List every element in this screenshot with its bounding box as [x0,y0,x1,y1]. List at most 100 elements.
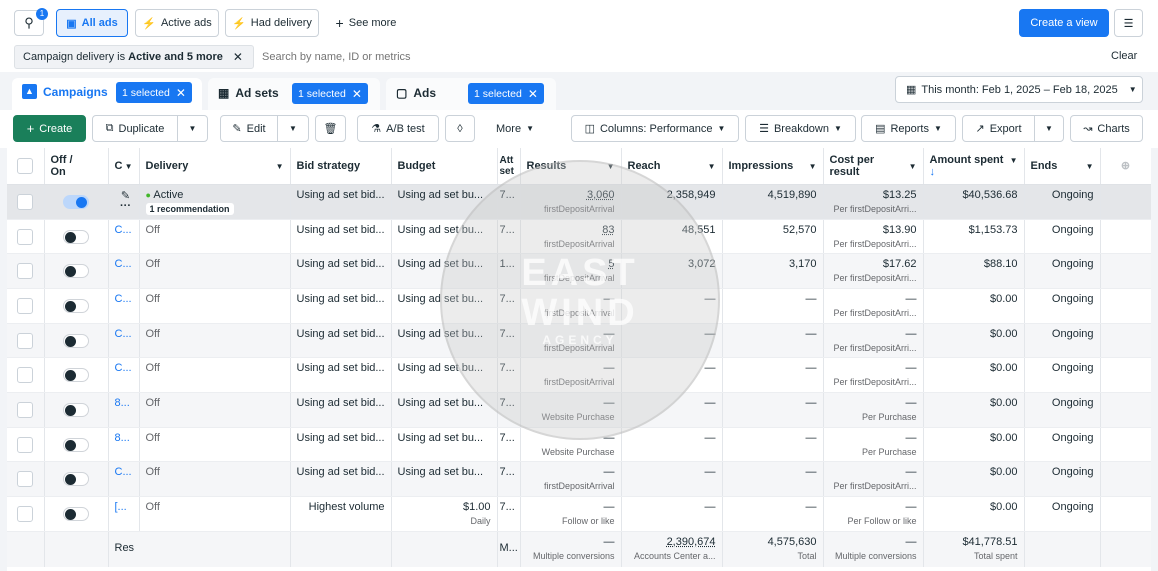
delivery-toggle[interactable] [63,402,89,417]
add-column-icon[interactable]: ⊕ [1121,160,1130,172]
delivery-toggle[interactable] [63,368,89,383]
campaign-name-link[interactable]: C... [115,328,132,340]
row-toggle-cell[interactable] [44,253,109,289]
create-view-button[interactable]: Create a view [1019,9,1109,37]
close-icon[interactable]: ✕ [528,87,538,101]
more-options-icon[interactable]: ··· [115,200,137,212]
col-attribution[interactable]: Att set [497,148,521,185]
recommendation-badge[interactable]: 1 recommendation [145,202,234,215]
row-checkbox[interactable] [17,193,34,210]
see-more-button[interactable]: + See more [326,9,406,37]
campaign-name-link[interactable]: 8... [115,432,130,444]
all-ads-button[interactable]: ▣ All ads [56,9,128,37]
delivery-toggle[interactable] [63,507,89,521]
columns-button[interactable]: ◫ Columns: Performance ▼ [571,115,739,142]
table-row[interactable]: C... Off Using ad set bid... Using ad set b… [7,219,1151,255]
col-ends[interactable]: Ends ▼ [1024,148,1101,185]
row-toggle-cell[interactable] [44,288,109,324]
row-name-cell[interactable]: C... [108,323,140,359]
add-column-header[interactable]: ⊕ [1100,148,1151,185]
date-range-picker[interactable]: ▦ This month: Feb 1, 2025 – Feb 18, 2025 … [895,76,1143,103]
campaign-name-link[interactable]: C... [115,224,132,236]
ab-test-button[interactable]: ⚗ A/B test [357,115,439,142]
table-row[interactable]: 8... Off Using ad set bid... Using ad set b… [7,392,1151,428]
campaign-name-link[interactable]: [... [115,501,127,513]
row-name-cell[interactable]: C... [108,219,140,255]
row-select-cell[interactable] [7,427,45,463]
clear-filter-link[interactable]: Clear [1111,50,1137,62]
row-toggle-cell[interactable] [44,392,109,428]
campaign-name-link[interactable]: C... [115,362,132,374]
row-checkbox[interactable] [17,471,34,488]
row-checkbox[interactable] [17,436,34,453]
col-amount-spent[interactable]: Amount spent ▼ ↓ [923,148,1025,185]
adsets-selected-pill[interactable]: 1 selected ✕ [292,83,368,104]
delivery-toggle[interactable] [63,264,89,279]
row-checkbox[interactable] [17,506,34,522]
export-dropdown[interactable]: ▼ [1034,115,1064,142]
row-checkbox[interactable] [17,332,34,349]
row-select-cell[interactable] [7,288,45,324]
row-name-cell[interactable]: 8... [108,427,140,463]
duplicate-dropdown[interactable]: ▼ [177,115,208,142]
breakdown-button[interactable]: ☰ Breakdown ▼ [745,115,856,142]
delivery-toggle[interactable] [63,229,89,244]
campaigns-selected-pill[interactable]: 1 selected ✕ [116,82,192,103]
select-all-checkbox[interactable] [17,157,34,174]
table-row[interactable]: C... Off Using ad set bid... Using ad set b… [7,253,1151,289]
close-icon[interactable]: ✕ [233,50,243,64]
row-name-cell[interactable]: C... [108,461,140,497]
row-toggle-cell[interactable] [44,323,109,359]
table-row[interactable]: 8... Off Using ad set bid... Using ad set b… [7,427,1151,463]
row-select-cell[interactable] [7,184,45,220]
edit-dropdown[interactable]: ▼ [277,115,309,142]
row-toggle-cell[interactable] [44,427,109,463]
row-toggle-cell[interactable] [44,184,109,220]
col-results[interactable]: Results ▼ [520,148,622,185]
row-name-cell[interactable]: ✎ ··· [108,184,140,220]
row-name-cell[interactable]: 8... [108,392,140,428]
delivery-toggle[interactable] [63,472,89,487]
row-select-cell[interactable] [7,357,45,393]
row-name-cell[interactable]: C... [108,288,140,324]
campaign-name-link[interactable]: C... [115,293,132,305]
row-toggle-cell[interactable] [44,496,109,532]
ads-selected-pill[interactable]: 1 selected ✕ [468,83,544,104]
reports-button[interactable]: ▤ Reports ▼ [861,115,956,142]
table-row[interactable]: C... Off Using ad set bid... Using ad set b… [7,288,1151,324]
delivery-toggle[interactable] [63,194,89,209]
row-select-cell[interactable] [7,461,45,497]
close-icon[interactable]: ✕ [352,87,362,101]
edit-button[interactable]: ✎ Edit [220,115,278,142]
tab-campaigns-label[interactable]: ▲ Campaigns [22,84,108,99]
col-onoff[interactable]: Off / On [44,148,109,185]
table-row[interactable]: C... Off Using ad set bid... Using ad set b… [7,461,1151,497]
charts-button[interactable]: ↝ Charts [1070,115,1143,142]
export-button[interactable]: ↗ Export [962,115,1035,142]
col-budget[interactable]: Budget [391,148,498,185]
row-toggle-cell[interactable] [44,219,109,255]
campaign-name-link[interactable]: C... [115,258,132,270]
col-delivery[interactable]: Delivery ▼ [139,148,291,185]
row-select-cell[interactable] [7,496,45,532]
filter-settings-button[interactable]: ☰ [1114,9,1143,37]
row-name-cell[interactable]: C... [108,357,140,393]
row-name-cell[interactable]: [... [108,496,140,532]
row-select-cell[interactable] [7,323,45,359]
col-reach[interactable]: Reach ▼ [621,148,723,185]
tab-ads-label[interactable]: ▢ Ads [396,86,436,100]
col-impressions[interactable]: Impressions ▼ [722,148,824,185]
row-select-cell[interactable] [7,219,45,255]
row-toggle-cell[interactable] [44,461,109,497]
delivery-toggle[interactable] [63,298,89,313]
select-all-header[interactable] [7,148,45,185]
delivery-toggle[interactable] [63,437,89,452]
row-name-cell[interactable]: C... [108,253,140,289]
filter-chip[interactable]: Campaign delivery is Active and 5 more ✕ [14,45,254,69]
row-checkbox[interactable] [17,297,34,314]
delete-button[interactable]: 🗑 [315,115,346,142]
table-row[interactable]: C... Off Using ad set bid... Using ad set b… [7,323,1151,359]
row-checkbox[interactable] [17,367,34,384]
table-row[interactable]: [... Off Highest volume $1.00 Daily 7... — Foll… [7,496,1151,532]
duplicate-button[interactable]: ⧉ Duplicate [92,115,178,142]
